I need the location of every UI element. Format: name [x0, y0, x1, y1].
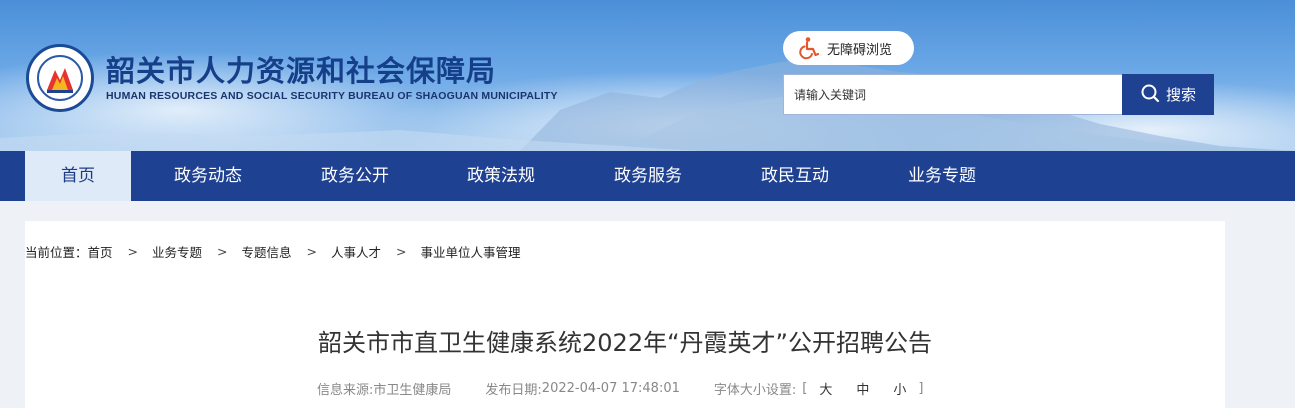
main-nav: 首页 政务动态 政务公开 政策法规 政务服务 政民互动 业务专题 [0, 151, 1295, 201]
accessibility-button[interactable]: 无障碍浏览 [783, 31, 914, 65]
article-meta: 信息来源: 市卫生健康局 发布日期: 2022-04-07 17:48:01 字… [317, 379, 923, 398]
nav-item-interaction[interactable]: 政民互动 [737, 151, 853, 201]
site-subtitle: HUMAN RESOURCES AND SOCIAL SECURITY BURE… [106, 90, 558, 102]
breadcrumb-separator: > [396, 244, 407, 259]
nav-item-news[interactable]: 政务动态 [150, 151, 266, 201]
nav-item-topics[interactable]: 业务专题 [884, 151, 1000, 201]
date-value: 2022-04-07 17:48:01 [541, 381, 680, 396]
nav-item-gov-open[interactable]: 政务公开 [297, 151, 413, 201]
nav-item-services[interactable]: 政务服务 [590, 151, 706, 201]
bureau-emblem-icon[interactable] [26, 44, 94, 112]
search-button[interactable]: 搜索 [1122, 74, 1214, 115]
font-size-large-button[interactable]: 大 [819, 379, 832, 398]
header-banner: 韶关市人力资源和社会保障局 HUMAN RESOURCES AND SOCIAL… [0, 0, 1295, 151]
font-size-label: 字体大小设置: [713, 383, 797, 398]
emblem-inner-ring [37, 55, 83, 101]
breadcrumb-personnel[interactable]: 人事人才 [331, 242, 381, 261]
site-title: 韶关市人力资源和社会保障局 [106, 54, 497, 88]
source-value: 市卫生健康局 [373, 383, 452, 398]
breadcrumb-separator: > [217, 244, 228, 259]
bracket-open: [ [802, 381, 808, 396]
search-input[interactable] [783, 74, 1123, 115]
source-label: 信息来源: [317, 383, 374, 398]
breadcrumb-separator: > [127, 244, 139, 259]
font-size-small-button[interactable]: 小 [893, 379, 906, 398]
breadcrumb-home[interactable]: 首页 [88, 242, 113, 261]
breadcrumb: 当前位置： 首页 > 业务专题 > 专题信息 > 人事人才 > 事业单位人事管理 [25, 242, 521, 261]
font-size-medium-button[interactable]: 中 [856, 379, 869, 398]
breadcrumb-topics[interactable]: 业务专题 [152, 242, 202, 261]
nav-item-policy[interactable]: 政策法规 [443, 151, 559, 201]
article-title: 韶关市市直卫生健康系统2022年“丹霞英才”公开招聘公告 [318, 329, 932, 357]
breadcrumb-separator: > [306, 244, 318, 259]
bracket-close: ] [918, 381, 924, 396]
breadcrumb-institution-hr[interactable]: 事业单位人事管理 [421, 242, 521, 261]
breadcrumb-prefix: 当前位置： [25, 245, 88, 260]
wheelchair-icon [797, 36, 821, 60]
article-panel: 当前位置： 首页 > 业务专题 > 专题信息 > 人事人才 > 事业单位人事管理… [25, 221, 1225, 408]
emblem-mark-icon [47, 68, 73, 93]
search-button-label: 搜索 [1165, 86, 1196, 104]
accessibility-label: 无障碍浏览 [827, 42, 893, 58]
nav-item-home[interactable]: 首页 [25, 151, 131, 201]
search-icon [1140, 83, 1160, 107]
breadcrumb-topic-info[interactable]: 专题信息 [242, 242, 292, 261]
date-label: 发布日期: [485, 383, 542, 398]
